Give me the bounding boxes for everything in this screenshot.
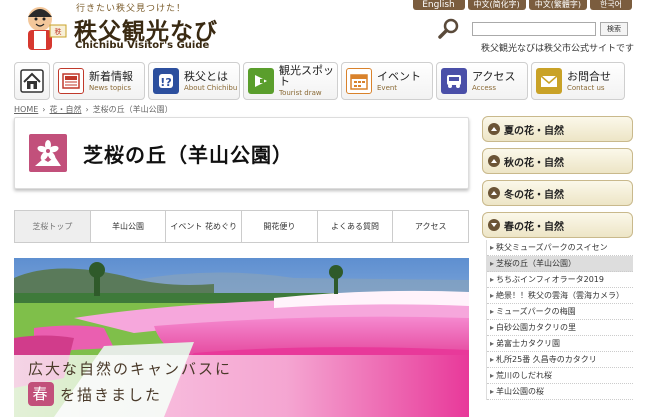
calendar-icon — [346, 68, 372, 94]
flower-icon — [29, 134, 67, 172]
nav-contact[interactable]: お問合せ Contact us — [531, 62, 625, 100]
spring-list: ▸ 秩父ミューズパークのスイセン ▸ 芝桜の丘（羊山公園） ▸ ちちぶインフィオラータ… — [486, 240, 633, 400]
sidebar-summer-label: 夏の花・自然 — [504, 125, 564, 137]
list-item[interactable]: ▸ 羊山公園の桜 — [487, 384, 633, 400]
sidebar-summer[interactable]: 夏の花・自然 — [482, 116, 633, 142]
svg-text:!?: !? — [160, 76, 171, 89]
tab-access[interactable]: アクセス — [393, 211, 469, 242]
spring-badge: 春 — [28, 382, 54, 406]
main-nav: 新着情報 News topics !? 秩父とは About Chichibu 観光… — [14, 62, 636, 100]
lang-zh-traditional-button[interactable]: 中文(繁體字) — [528, 0, 587, 10]
nav-about[interactable]: !? 秩父とは About Chichibu — [148, 62, 240, 100]
tab-hitsujiyama-park[interactable]: 羊山公園 — [90, 211, 167, 242]
collapse-arrow-icon — [488, 219, 500, 231]
nav-spots-sub: Tourist draw — [279, 89, 322, 97]
official-site-note: 秩父観光なびは秩父市公式サイトです — [480, 44, 634, 54]
search-button[interactable]: 検索 — [600, 22, 628, 36]
list-item[interactable]: ▸ 荒川のしだれ桜 — [487, 368, 633, 384]
tab-bloom-report[interactable]: 開花便り — [242, 211, 318, 242]
page-title-box: 芝桜の丘（羊山公園） — [14, 117, 469, 189]
sub-tabs: 芝桜トップ 羊山公園 イベント 花めぐり 開花便り よくある質問 アクセス — [14, 210, 469, 243]
sidebar: 夏の花・自然 秋の花・自然 冬の花・自然 春の花・自然 ▸ 秩父ミューズパークのス… — [482, 116, 633, 400]
site-header: 秩 行きたい秩父見つけた！ 秩父観光なび Chichibu Visitor's … — [0, 0, 650, 58]
list-item[interactable]: ▸ 芝桜の丘（羊山公園） — [487, 256, 633, 272]
list-item[interactable]: ▸ 札所25番 久昌寺のカタクリ — [487, 352, 633, 368]
search-input[interactable] — [472, 22, 596, 36]
breadcrumb-flowers[interactable]: 花・自然 — [49, 105, 81, 114]
nav-spots[interactable]: 観光スポット Tourist draw — [243, 62, 338, 100]
nav-event-sub: Event — [377, 83, 398, 92]
page-title: 芝桜の丘（羊山公園） — [83, 142, 293, 167]
tab-event[interactable]: イベント 花めぐり — [166, 211, 243, 242]
news-icon — [58, 68, 84, 94]
nav-news[interactable]: 新着情報 News topics — [53, 62, 145, 100]
nav-spots-label: 観光スポット — [279, 64, 334, 88]
search-icon — [438, 18, 460, 40]
nav-access-label: アクセス — [472, 69, 516, 83]
info-icon: !? — [153, 68, 179, 94]
expand-arrow-icon — [488, 187, 500, 199]
lang-zh-simplified-button[interactable]: 中文(简化字) — [467, 0, 526, 10]
hero-caption-line2-text: を描きました — [60, 385, 163, 404]
car-icon — [441, 68, 467, 94]
list-item[interactable]: ▸ 白砂公園カタクリの里 — [487, 320, 633, 336]
nav-news-label: 新着情報 — [89, 69, 133, 83]
hero-image: 広大な自然のキャンバスに 春を描きました — [14, 258, 469, 417]
breadcrumb-current: 芝桜の丘（羊山公園） — [92, 105, 173, 114]
sidebar-winter-label: 冬の花・自然 — [504, 189, 564, 201]
expand-arrow-icon — [488, 123, 500, 135]
lang-korean-button[interactable]: 한국어 — [590, 0, 632, 10]
nav-contact-sub: Contact us — [567, 83, 605, 92]
list-item[interactable]: ▸ ちちぶインフィオラータ2019 — [487, 272, 633, 288]
spot-icon — [248, 68, 274, 94]
mail-icon — [536, 68, 562, 94]
lang-english-button[interactable]: English — [412, 0, 465, 10]
site-subtitle: Chichibu Visitor's Guide — [75, 40, 210, 51]
list-item[interactable]: ▸ 秩父ミューズパークのスイセン — [487, 240, 633, 256]
breadcrumb: HOME › 花・自然 › 芝桜の丘（羊山公園） — [14, 105, 173, 114]
nav-event[interactable]: イベント Event — [341, 62, 433, 100]
sidebar-spring-label: 春の花・自然 — [504, 221, 564, 233]
nav-home[interactable] — [14, 62, 50, 100]
search-area: 検索 — [438, 18, 628, 40]
nav-about-label: 秩父とは — [184, 69, 228, 83]
nav-contact-label: お問合せ — [567, 69, 611, 83]
tab-faq[interactable]: よくある質問 — [317, 211, 394, 242]
list-item[interactable]: ▸ 絶景！！秩父の雲海（雲海カメラ） — [487, 288, 633, 304]
hero-caption-line2: 春を描きました — [28, 382, 162, 406]
language-bar: English 中文(简化字) 中文(繁體字) 한국어 — [412, 0, 632, 10]
nav-event-label: イベント — [377, 69, 421, 83]
nav-access-sub: Access — [472, 83, 496, 92]
nav-news-sub: News topics — [89, 83, 132, 92]
svg-text:秩: 秩 — [55, 27, 62, 36]
sidebar-autumn-label: 秋の花・自然 — [504, 157, 564, 169]
hero-caption-line1: 広大な自然のキャンバスに — [28, 360, 233, 378]
nav-access[interactable]: アクセス Access — [436, 62, 528, 100]
tab-shibazakura-top[interactable]: 芝桜トップ — [15, 211, 91, 242]
sidebar-winter[interactable]: 冬の花・自然 — [482, 180, 633, 206]
sidebar-autumn[interactable]: 秋の花・自然 — [482, 148, 633, 174]
expand-arrow-icon — [488, 155, 500, 167]
home-icon — [19, 68, 45, 94]
sidebar-spring[interactable]: 春の花・自然 — [482, 212, 633, 238]
nav-about-sub: About Chichibu — [184, 83, 238, 92]
breadcrumb-home[interactable]: HOME — [14, 105, 38, 114]
list-item[interactable]: ▸ ミューズパークの梅園 — [487, 304, 633, 320]
list-item[interactable]: ▸ 弟富士カタクリ園 — [487, 336, 633, 352]
mascot-logo[interactable]: 秩 — [16, 3, 68, 53]
